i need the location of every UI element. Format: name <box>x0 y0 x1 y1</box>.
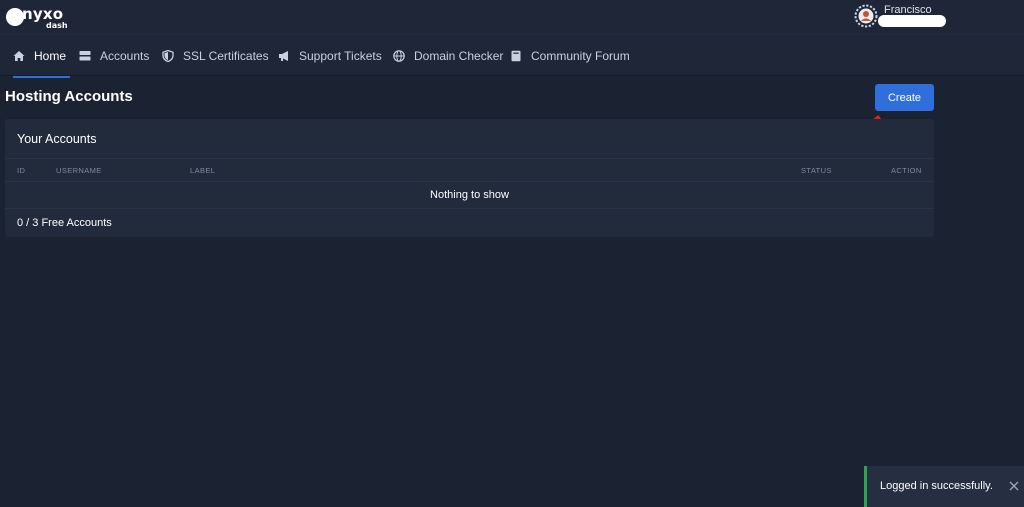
column-username: USERNAME <box>56 166 102 175</box>
accounts-card: Your Accounts ID USERNAME LABEL STATUS A… <box>5 119 934 237</box>
nav-item-ssl-certificates[interactable]: SSL Certificates <box>162 35 269 77</box>
card-title: Your Accounts <box>17 132 97 146</box>
table-header: ID USERNAME LABEL STATUS ACTION <box>5 158 934 182</box>
nav-item-support-tickets[interactable]: Support Tickets <box>278 35 382 77</box>
close-icon[interactable] <box>1007 479 1021 493</box>
redaction-mark <box>878 15 946 27</box>
brand-sub: dash <box>46 21 68 30</box>
nav-label: Accounts <box>100 49 150 63</box>
page-title: Hosting Accounts <box>5 88 133 105</box>
book-icon <box>511 50 521 62</box>
toast-notification: Logged in successfully. <box>864 466 1024 507</box>
shield-icon <box>162 50 174 62</box>
globe-icon <box>393 50 405 62</box>
avatar <box>854 4 878 28</box>
nav-item-accounts[interactable]: Accounts <box>79 35 149 77</box>
brand-logo[interactable]: nyxo dash <box>6 4 68 30</box>
toast-message: Logged in successfully. <box>880 480 993 492</box>
column-status: STATUS <box>801 166 832 175</box>
empty-state: Nothing to show <box>5 182 934 209</box>
nav-label: Domain Checker <box>414 49 504 63</box>
create-button[interactable]: Create <box>875 84 934 111</box>
nav-item-home[interactable]: Home <box>13 35 70 78</box>
nav-label: Home <box>34 49 67 63</box>
column-id: ID <box>17 166 26 175</box>
main-nav: Home Accounts SSL Certificates Support T… <box>0 34 1024 78</box>
nav-item-domain-checker[interactable]: Domain Checker <box>393 35 503 77</box>
server-icon <box>79 51 91 61</box>
user-menu[interactable]: Francisco <box>854 2 1014 32</box>
nav-label: Support Tickets <box>299 49 382 63</box>
top-bar: nyxo dash Francisco <box>0 0 1024 34</box>
column-action: ACTION <box>891 166 922 175</box>
nav-label: SSL Certificates <box>183 49 269 63</box>
home-icon <box>13 51 25 61</box>
megaphone-icon <box>279 51 288 61</box>
column-label: LABEL <box>190 166 216 175</box>
free-accounts-count: 0 / 3 Free Accounts <box>17 217 112 229</box>
nav-item-community-forum[interactable]: Community Forum <box>510 35 630 77</box>
nav-label: Community Forum <box>531 49 630 63</box>
